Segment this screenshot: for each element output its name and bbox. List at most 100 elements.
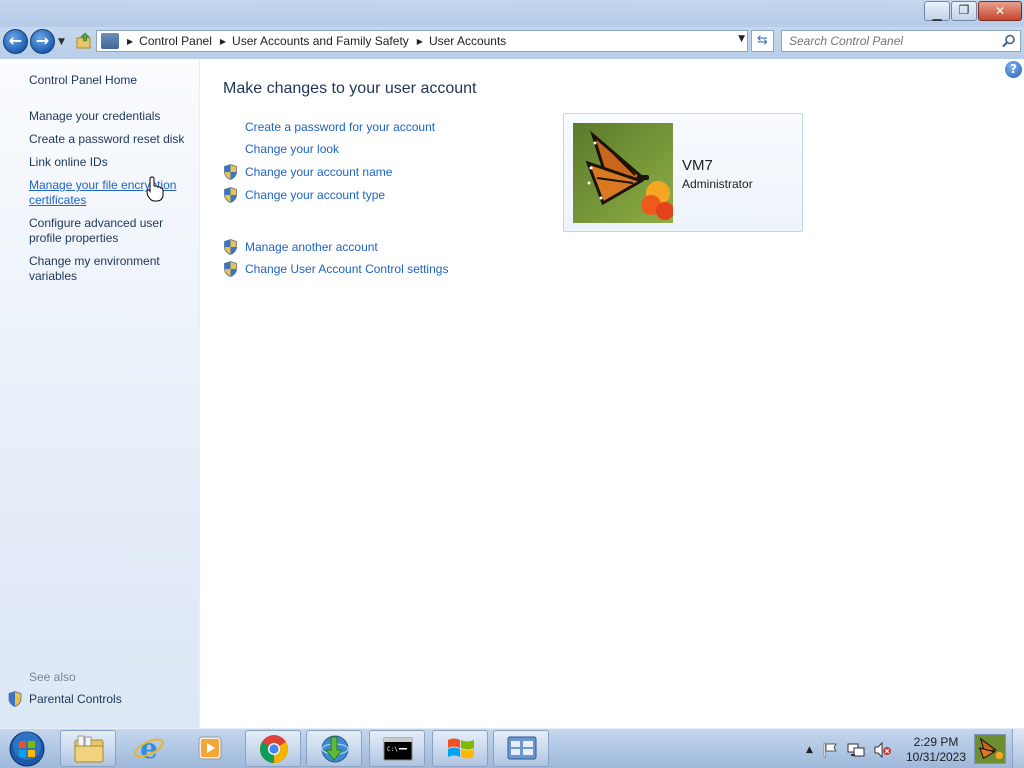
- back-button[interactable]: ←: [3, 29, 28, 54]
- taskbar-download-manager[interactable]: [306, 730, 362, 767]
- network-icon[interactable]: [847, 742, 865, 758]
- breadcrumb-control-panel[interactable]: Control Panel: [139, 34, 212, 48]
- page-title: Make changes to your user account: [223, 80, 477, 97]
- svg-text:e: e: [140, 733, 158, 763]
- taskbar-chrome[interactable]: [245, 730, 301, 767]
- link-label: Create a password reset disk: [29, 132, 185, 146]
- taskbar-media-player[interactable]: [182, 730, 238, 767]
- parental-controls-link[interactable]: Parental Controls: [8, 691, 122, 707]
- uac-shield-icon: [224, 261, 237, 277]
- show-hidden-icons-icon[interactable]: ▲: [806, 745, 813, 755]
- uac-shield-icon: [224, 187, 237, 203]
- link-label-line2: profile properties: [29, 231, 119, 245]
- chevron-right-icon[interactable]: ▶: [127, 37, 133, 46]
- manage-credentials-link[interactable]: Manage your credentials: [29, 109, 160, 124]
- task-label: Change your account type: [245, 188, 386, 202]
- uac-shield-icon: [224, 164, 237, 180]
- help-button[interactable]: ?: [1005, 61, 1022, 78]
- task-change-look[interactable]: Change your look: [223, 142, 339, 156]
- link-label: Configure advanced user: [29, 216, 164, 230]
- link-label: Link online IDs: [29, 155, 108, 169]
- navigation-bar: ← → ▼ ▶ Control Panel ▶ User Accounts an…: [0, 27, 1024, 59]
- taskbar: e C:\ ▲ 2:29 PM 10/31/2023: [0, 728, 1024, 768]
- address-bar[interactable]: ▶ Control Panel ▶ User Accounts and Fami…: [96, 30, 748, 52]
- taskbar-control-panel[interactable]: [493, 730, 549, 767]
- user-avatar-thumbnail[interactable]: [974, 734, 1006, 764]
- account-role: Administrator: [682, 177, 753, 191]
- task-manage-another-account[interactable]: Manage another account: [223, 239, 378, 255]
- window-controls: ▁ ❐ ✕: [923, 1, 1022, 21]
- breadcrumb-user-accounts-family-safety[interactable]: User Accounts and Family Safety: [232, 34, 409, 48]
- download-manager-icon: [321, 735, 349, 763]
- up-folder-icon[interactable]: [76, 32, 92, 50]
- left-navigation-pane: Control Panel Home Manage your credentia…: [0, 59, 200, 728]
- windows-explorer-icon: [74, 735, 104, 763]
- action-center-flag-icon[interactable]: [822, 742, 838, 758]
- account-picture-butterfly[interactable]: [573, 123, 673, 223]
- svg-text:C:\: C:\: [387, 746, 398, 753]
- chrome-icon: [260, 735, 288, 763]
- refresh-button[interactable]: ⇆: [751, 30, 774, 52]
- search-icon[interactable]: [1002, 34, 1016, 48]
- advanced-profile-properties-link[interactable]: Configure advanced user profile properti…: [29, 216, 163, 246]
- windows-flag-icon: [448, 738, 474, 759]
- search-input[interactable]: [782, 31, 992, 51]
- taskbar-windows-explorer[interactable]: [60, 730, 116, 767]
- task-uac-settings[interactable]: Change User Account Control settings: [223, 261, 448, 277]
- command-prompt-icon: C:\: [383, 737, 413, 761]
- forward-button[interactable]: →: [30, 29, 55, 54]
- task-label: Change your account name: [245, 165, 393, 179]
- task-label: Create a password for your account: [245, 120, 436, 134]
- taskbar-internet-explorer[interactable]: e: [121, 730, 177, 767]
- hand-cursor-icon: [146, 176, 164, 202]
- back-arrow-icon: ←: [8, 31, 23, 50]
- control-panel-icon: [101, 33, 119, 49]
- task-label: Manage another account: [245, 240, 378, 254]
- address-history-dropdown-icon[interactable]: ▼: [738, 34, 745, 44]
- control-panel-home-link[interactable]: Control Panel Home: [29, 73, 137, 88]
- show-desktop-button[interactable]: [1012, 729, 1024, 768]
- volume-muted-icon[interactable]: [874, 742, 892, 758]
- uac-shield-icon: [224, 239, 237, 255]
- media-player-icon: [198, 736, 222, 760]
- chevron-right-icon[interactable]: ▶: [417, 37, 423, 46]
- title-bar: ▁ ❐ ✕: [0, 0, 1024, 27]
- maximize-button[interactable]: ❐: [951, 1, 977, 21]
- refresh-icon: ⇆: [757, 33, 768, 48]
- maximize-icon: ❐: [958, 3, 970, 17]
- task-label: Change your look: [245, 142, 340, 156]
- link-label-line2: variables: [29, 269, 78, 283]
- help-icon: ?: [1010, 62, 1017, 76]
- minimize-icon: ▁: [932, 7, 942, 21]
- minimize-button[interactable]: ▁: [924, 1, 950, 21]
- link-online-ids-link[interactable]: Link online IDs: [29, 155, 108, 170]
- breadcrumb-user-accounts[interactable]: User Accounts: [429, 34, 506, 48]
- taskbar-windows-update[interactable]: [432, 730, 488, 767]
- taskbar-command-prompt[interactable]: C:\: [369, 730, 425, 767]
- parental-controls-label: Parental Controls: [29, 692, 122, 706]
- start-button[interactable]: [6, 730, 48, 768]
- close-icon: ✕: [994, 4, 1006, 18]
- environment-variables-link[interactable]: Change my environment variables: [29, 254, 160, 284]
- task-change-account-name[interactable]: Change your account name: [223, 164, 392, 180]
- close-button[interactable]: ✕: [978, 1, 1022, 21]
- system-clock[interactable]: 2:29 PM 10/31/2023: [900, 735, 972, 765]
- internet-explorer-icon: e: [134, 733, 164, 763]
- account-tile: VM7 Administrator: [563, 113, 803, 232]
- password-reset-disk-link[interactable]: Create a password reset disk: [29, 132, 184, 147]
- account-name: VM7: [682, 157, 713, 174]
- uac-shield-icon: [8, 691, 22, 707]
- forward-arrow-icon: →: [35, 31, 50, 50]
- link-label: Manage your credentials: [29, 109, 161, 123]
- clock-time: 2:29 PM: [913, 735, 959, 749]
- see-also-heading: See also: [29, 670, 76, 684]
- control-panel-icon: [507, 736, 537, 760]
- task-change-account-type[interactable]: Change your account type: [223, 187, 385, 203]
- clock-date: 10/31/2023: [905, 750, 967, 764]
- task-create-password[interactable]: Create a password for your account: [223, 120, 435, 134]
- recent-pages-dropdown[interactable]: ▼: [58, 37, 65, 47]
- task-label: Change User Account Control settings: [245, 262, 449, 276]
- chevron-right-icon[interactable]: ▶: [220, 37, 226, 46]
- system-tray: ▲: [806, 742, 901, 758]
- search-box[interactable]: [781, 30, 1021, 52]
